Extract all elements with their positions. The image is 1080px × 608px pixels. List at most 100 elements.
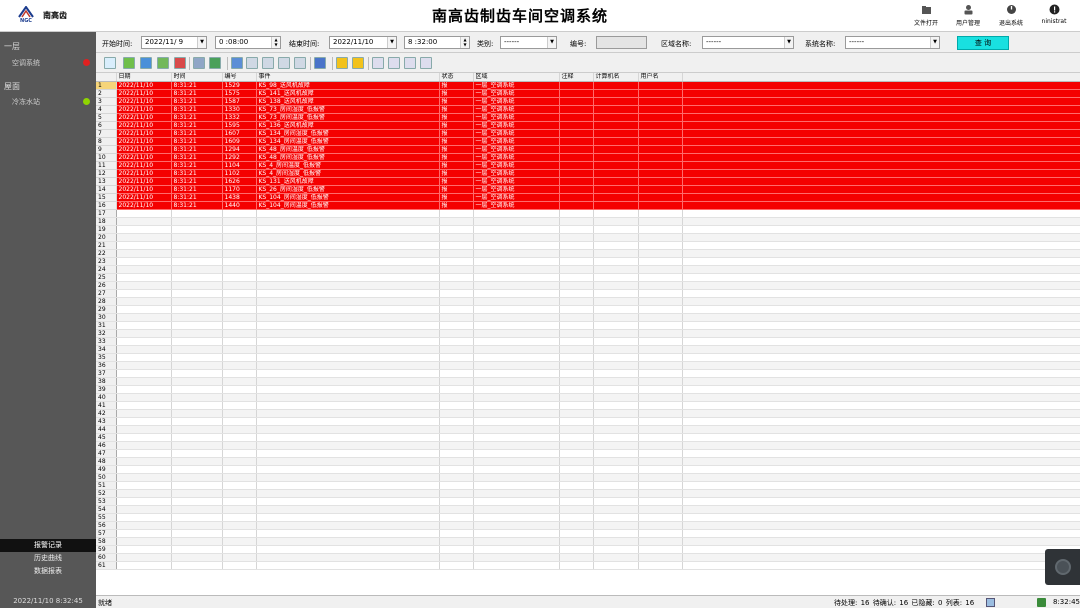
table-cell[interactable]	[473, 401, 560, 410]
table-cell[interactable]	[222, 561, 257, 570]
alarm-records-button[interactable]: 报警记录	[0, 539, 96, 552]
table-cell[interactable]	[256, 425, 440, 434]
table-cell[interactable]	[638, 513, 683, 522]
table-cell[interactable]	[593, 177, 639, 186]
table-cell[interactable]	[222, 449, 257, 458]
table-cell[interactable]	[171, 225, 223, 234]
table-cell[interactable]	[593, 113, 639, 122]
start-date-picker[interactable]: 2022/11/ 9 ▼	[141, 36, 207, 49]
table-cell[interactable]	[559, 513, 594, 522]
table-cell[interactable]	[473, 241, 560, 250]
table-cell[interactable]	[593, 393, 639, 402]
table-cell[interactable]	[473, 353, 560, 362]
table-row[interactable]: 38	[96, 377, 1080, 386]
table-cell[interactable]	[116, 457, 172, 466]
table-cell[interactable]	[559, 561, 594, 570]
table-cell[interactable]	[116, 233, 172, 242]
table-cell[interactable]	[116, 553, 172, 562]
table-cell[interactable]: KS_73_房间湿度_低报警	[256, 105, 440, 114]
table-cell[interactable]	[256, 409, 440, 418]
table-cell[interactable]	[593, 513, 639, 522]
table-cell[interactable]: 1294	[222, 145, 257, 154]
table-cell[interactable]: 1104	[222, 161, 257, 170]
table-cell[interactable]	[593, 401, 639, 410]
check-all-icon[interactable]	[157, 57, 169, 69]
table-cell[interactable]	[256, 417, 440, 426]
table-cell[interactable]: 报	[439, 145, 474, 154]
table-cell[interactable]	[116, 265, 172, 274]
table-cell[interactable]	[171, 441, 223, 450]
table-cell[interactable]	[116, 377, 172, 386]
table-cell[interactable]	[439, 449, 474, 458]
table-cell[interactable]	[473, 289, 560, 298]
table-cell[interactable]	[222, 289, 257, 298]
table-cell[interactable]	[593, 249, 639, 258]
table-cell[interactable]	[116, 513, 172, 522]
table-cell[interactable]	[559, 545, 594, 554]
table-cell[interactable]	[116, 209, 172, 218]
table-cell[interactable]	[593, 433, 639, 442]
table-cell[interactable]	[222, 457, 257, 466]
table-cell[interactable]: 报	[439, 137, 474, 146]
table-cell[interactable]: KS_131_送风机故障	[256, 177, 440, 186]
window-icon[interactable]	[986, 598, 995, 607]
acknowledge-icon[interactable]	[336, 57, 348, 69]
chevron-down-icon[interactable]: ▼	[784, 37, 793, 48]
table-cell[interactable]	[439, 289, 474, 298]
row-number[interactable]: 35	[96, 353, 117, 362]
table-cell[interactable]	[222, 497, 257, 506]
row-number[interactable]: 12	[96, 169, 117, 178]
table-cell[interactable]	[473, 217, 560, 226]
row-number[interactable]: 9	[96, 145, 117, 154]
table-cell[interactable]	[171, 329, 223, 338]
table-cell[interactable]	[222, 529, 257, 538]
spinner-icon[interactable]: ▲ ▼	[460, 37, 469, 48]
table-cell[interactable]	[171, 409, 223, 418]
number-input[interactable]	[596, 36, 647, 49]
table-cell[interactable]	[171, 353, 223, 362]
table-cell[interactable]: 2022/11/10	[116, 193, 172, 202]
table-cell[interactable]	[116, 425, 172, 434]
table-cell[interactable]	[171, 457, 223, 466]
table-cell[interactable]	[593, 161, 639, 170]
alarm-row[interactable]: 14 2022/11/10 8:31:21 1170 KS_26_房间湿度_低报警报一层…	[96, 185, 1080, 194]
row-number[interactable]: 39	[96, 385, 117, 394]
table-cell[interactable]	[439, 545, 474, 554]
table-cell[interactable]	[593, 353, 639, 362]
table-cell[interactable]: 一层_空调系统	[473, 145, 560, 154]
row-number[interactable]: 33	[96, 337, 117, 346]
table-cell[interactable]	[559, 169, 594, 178]
table-cell[interactable]	[559, 497, 594, 506]
table-cell[interactable]	[171, 281, 223, 290]
table-cell[interactable]	[638, 97, 683, 106]
table-cell[interactable]	[593, 561, 639, 570]
table-cell[interactable]	[439, 537, 474, 546]
table-cell[interactable]: 1102	[222, 169, 257, 178]
row-number[interactable]: 18	[96, 217, 117, 226]
row-number[interactable]: 61	[96, 561, 117, 570]
table-cell[interactable]	[171, 505, 223, 514]
table-cell[interactable]	[638, 137, 683, 146]
table-cell[interactable]	[638, 153, 683, 162]
table-cell[interactable]	[638, 129, 683, 138]
row-number[interactable]: 23	[96, 257, 117, 266]
table-cell[interactable]	[256, 345, 440, 354]
table-cell[interactable]	[116, 329, 172, 338]
table-cell[interactable]	[473, 473, 560, 482]
sidebar-item-ac-system[interactable]: 空调系统	[12, 58, 94, 68]
table-cell[interactable]	[593, 321, 639, 330]
table-cell[interactable]: 一层_空调系统	[473, 105, 560, 114]
table-cell[interactable]	[638, 393, 683, 402]
table-cell[interactable]: 2022/11/10	[116, 129, 172, 138]
table-cell[interactable]	[638, 193, 683, 202]
table-cell[interactable]	[638, 217, 683, 226]
table-row[interactable]: 40	[96, 393, 1080, 402]
table-cell[interactable]: 8:31:21	[171, 97, 223, 106]
table-cell[interactable]	[559, 369, 594, 378]
table-cell[interactable]	[473, 441, 560, 450]
table-cell[interactable]	[559, 177, 594, 186]
table-cell[interactable]	[559, 289, 594, 298]
network-icon[interactable]	[1037, 598, 1046, 607]
column-header[interactable]: 计算机名	[593, 73, 639, 82]
table-row[interactable]: 27	[96, 289, 1080, 298]
